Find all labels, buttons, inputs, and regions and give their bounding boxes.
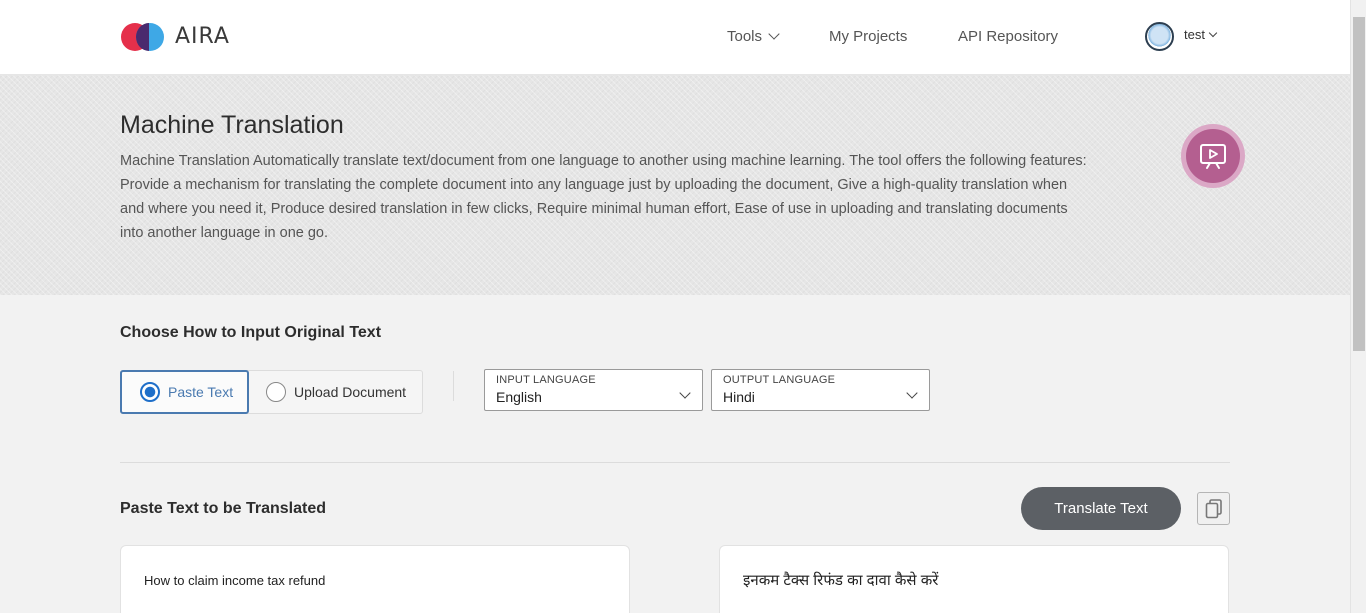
chevron-down-icon bbox=[679, 387, 691, 399]
paste-text-heading: Paste Text to be Translated bbox=[120, 500, 326, 517]
divider bbox=[453, 371, 454, 401]
video-tutorial-button[interactable] bbox=[1181, 124, 1245, 188]
source-text: How to claim income tax refund bbox=[144, 573, 326, 588]
chevron-down-icon bbox=[768, 28, 780, 40]
paste-text-label: Paste Text bbox=[168, 384, 234, 400]
output-language-label: OUTPUT LANGUAGE bbox=[723, 374, 836, 386]
output-language-value: Hindi bbox=[723, 389, 755, 405]
scrollbar[interactable] bbox=[1350, 0, 1366, 613]
nav-tools-label: Tools bbox=[727, 28, 763, 45]
output-language-select[interactable]: OUTPUT LANGUAGE Hindi bbox=[711, 369, 930, 411]
hero-banner: Machine Translation Machine Translation … bbox=[0, 75, 1350, 295]
page-description: Machine Translation Automatically transl… bbox=[120, 153, 1087, 241]
logo[interactable]: AIRA bbox=[121, 22, 230, 51]
input-language-select[interactable]: INPUT LANGUAGE English bbox=[484, 369, 703, 411]
radio-unselected-icon[interactable] bbox=[266, 382, 286, 402]
input-language-label: INPUT LANGUAGE bbox=[496, 374, 596, 386]
translated-text: इनकम टैक्स रिफंड का दावा कैसे करें bbox=[743, 572, 939, 589]
chevron-down-icon bbox=[1208, 28, 1218, 38]
source-text-area[interactable]: How to claim income tax refund bbox=[120, 545, 630, 613]
top-navigation-bar: AIRA Tools My Projects API Repository te… bbox=[0, 0, 1350, 75]
input-language-value: English bbox=[496, 389, 542, 405]
translated-text-area[interactable]: इनकम टैक्स रिफंड का दावा कैसे करें bbox=[719, 545, 1229, 613]
paste-text-option[interactable]: Paste Text bbox=[120, 370, 249, 414]
video-play-icon bbox=[1200, 144, 1226, 169]
user-menu[interactable]: test bbox=[1145, 22, 1218, 51]
nav-tools[interactable]: Tools bbox=[727, 28, 780, 45]
copy-icon bbox=[1205, 498, 1222, 518]
upload-document-label: Upload Document bbox=[294, 384, 407, 400]
user-name[interactable]: test bbox=[1184, 27, 1218, 42]
radio-selected-icon[interactable] bbox=[140, 382, 160, 402]
page-title: Machine Translation bbox=[120, 111, 344, 139]
upload-document-option[interactable]: Upload Document bbox=[266, 371, 406, 413]
user-name-label: test bbox=[1184, 27, 1205, 42]
input-method-toggle: Paste Text Upload Document bbox=[120, 370, 423, 414]
translate-text-button[interactable]: Translate Text bbox=[1021, 487, 1181, 530]
chevron-down-icon bbox=[906, 387, 918, 399]
logo-icon bbox=[121, 22, 165, 51]
nav-my-projects[interactable]: My Projects bbox=[829, 28, 907, 45]
divider bbox=[120, 462, 1230, 463]
scrollbar-thumb[interactable] bbox=[1353, 17, 1365, 351]
brand-name: AIRA bbox=[175, 23, 230, 49]
nav-api-repository[interactable]: API Repository bbox=[958, 28, 1058, 45]
avatar[interactable] bbox=[1145, 22, 1174, 51]
copy-button[interactable] bbox=[1197, 492, 1230, 525]
input-method-heading: Choose How to Input Original Text bbox=[120, 324, 382, 341]
